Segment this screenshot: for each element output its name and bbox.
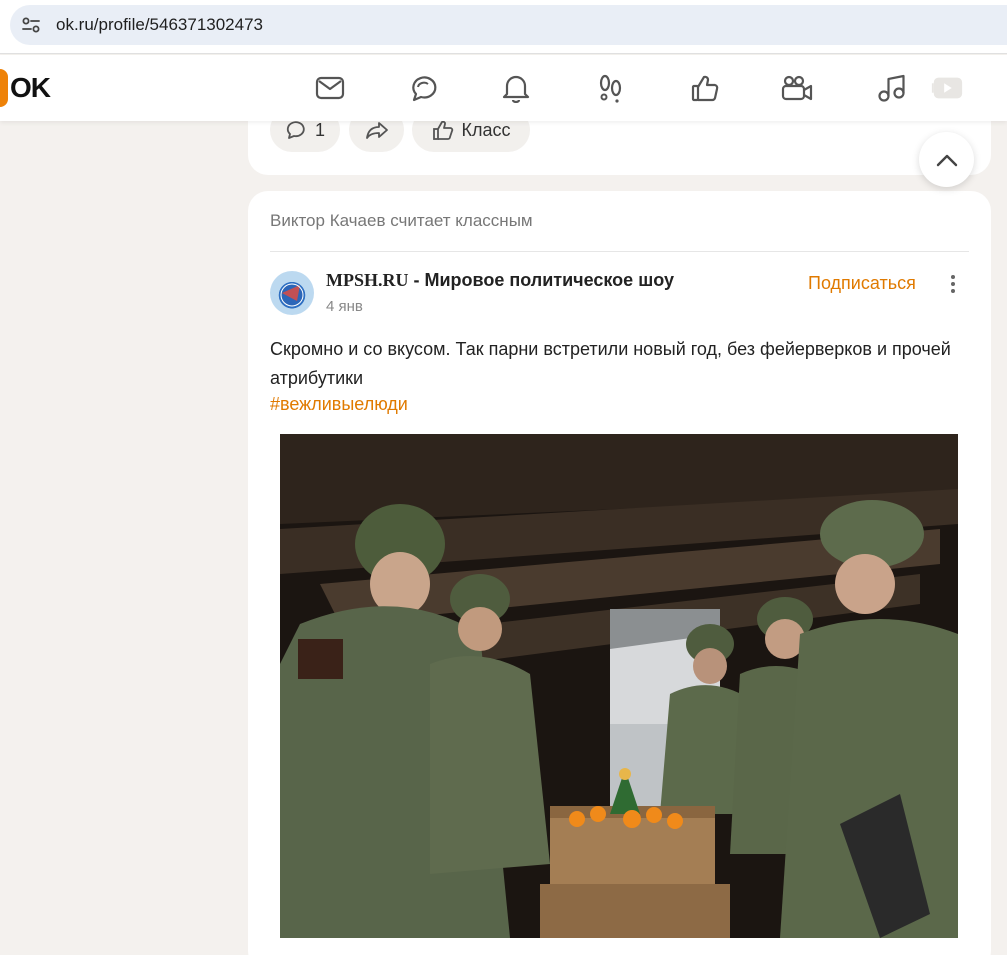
logo-text: OK: [10, 72, 51, 103]
hashtag-link[interactable]: #вежливыелюди: [270, 394, 408, 415]
guests-icon[interactable]: [594, 71, 628, 105]
chevron-up-icon: [936, 154, 957, 166]
scroll-to-top-button[interactable]: [919, 132, 974, 187]
video-call-icon[interactable]: [780, 71, 814, 105]
group-title: - Мировое политическое шоу: [408, 270, 674, 290]
discussions-icon[interactable]: [406, 71, 440, 105]
ok-logo[interactable]: OK: [0, 69, 51, 107]
divider: [270, 251, 969, 252]
video-icon[interactable]: [930, 71, 964, 105]
post-photo[interactable]: [280, 434, 958, 938]
logo-mark: [0, 69, 8, 107]
messages-icon[interactable]: [313, 71, 347, 105]
notifications-icon[interactable]: [499, 71, 533, 105]
post-text: Скромно и со вкусом. Так парни встретили…: [270, 339, 951, 388]
like-label: Класс: [461, 119, 511, 140]
address-bar[interactable]: ok.ru/profile/546371302473: [10, 5, 1007, 45]
like-icon: [432, 120, 453, 140]
group-brand: MPSH.RU: [326, 270, 409, 290]
subscribe-button[interactable]: Подписаться: [808, 273, 916, 294]
group-name-link[interactable]: MPSH.RU - Мировое политическое шоу: [326, 270, 674, 291]
share-icon: [365, 122, 388, 139]
more-options-icon[interactable]: [942, 271, 964, 297]
comments-count: 1: [314, 119, 325, 140]
likes-icon[interactable]: [688, 71, 722, 105]
browser-toolbar: ok.ru/profile/546371302473: [0, 0, 1007, 54]
tune-icon[interactable]: [18, 12, 44, 38]
url-text[interactable]: ok.ru/profile/546371302473: [56, 15, 263, 35]
music-icon[interactable]: [874, 71, 908, 105]
post-date[interactable]: 4 янв: [326, 298, 363, 315]
group-avatar[interactable]: [270, 271, 314, 315]
feed-post-card: Виктор Качаев считает классным MPSH.RU -…: [248, 191, 991, 955]
comment-icon: [286, 121, 305, 139]
site-header: OK: [0, 55, 1007, 121]
activity-line[interactable]: Виктор Качаев считает классным: [270, 211, 533, 231]
